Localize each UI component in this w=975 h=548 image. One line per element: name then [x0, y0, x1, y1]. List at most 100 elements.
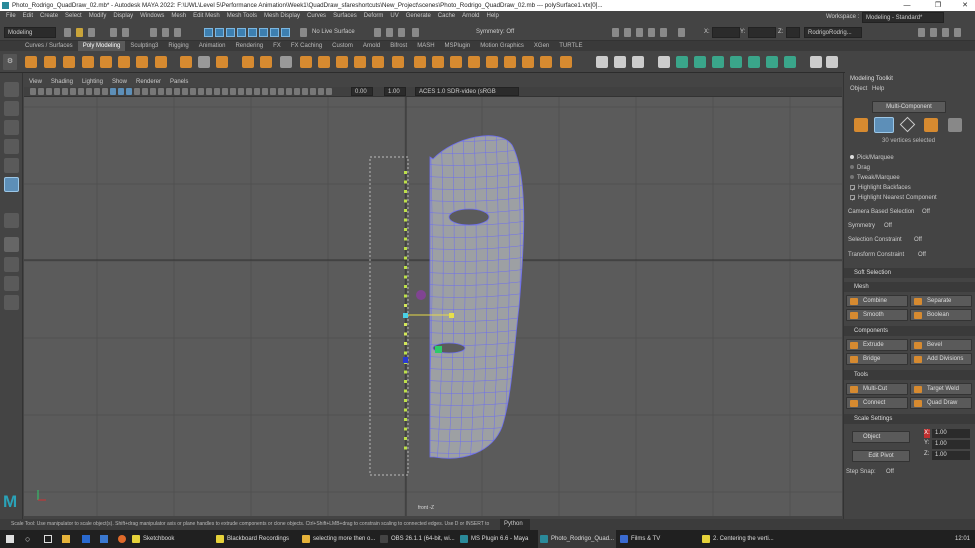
select-object-icon[interactable] — [162, 28, 169, 37]
panel-tool-2-icon[interactable] — [38, 88, 44, 95]
symmetry-status[interactable]: Symmetry: Off — [476, 27, 514, 38]
arnold-render-icon[interactable] — [678, 28, 685, 37]
highlight-backfaces-checkbox[interactable]: ✓ Highlight Backfaces — [850, 185, 911, 193]
shelf-tool-11-icon[interactable] — [216, 56, 228, 68]
move-tool-icon[interactable] — [4, 139, 19, 154]
panel-tool-14-icon[interactable] — [134, 88, 140, 95]
panel-tool-26-icon[interactable] — [230, 88, 236, 95]
panel-tool-11-icon[interactable] — [110, 88, 116, 95]
panel-tool-6-icon[interactable] — [70, 88, 76, 95]
shelf-tool-2-icon[interactable] — [44, 56, 56, 68]
prop-selection-constraint-value[interactable]: Off — [914, 237, 922, 243]
shelf-tab-xgen[interactable]: XGen — [529, 41, 554, 51]
shelf-tool-7-icon[interactable] — [136, 56, 148, 68]
shelf-tool-36-icon[interactable] — [712, 56, 724, 68]
taskbar-item-1[interactable]: Sketchbook — [130, 530, 212, 548]
shelf-tool-20-icon[interactable] — [392, 56, 404, 68]
maximize-icon[interactable]: ❐ — [928, 0, 948, 11]
shelf-tool-28-icon[interactable] — [540, 56, 552, 68]
shelf-tool-40-icon[interactable] — [784, 56, 796, 68]
mail-icon[interactable] — [100, 535, 108, 543]
snap-face-icon[interactable] — [226, 28, 235, 37]
shelf-tool-33-icon[interactable] — [658, 56, 670, 68]
mode-drag[interactable]: Drag — [850, 165, 870, 171]
panel-menu-view[interactable]: View — [29, 79, 42, 85]
shelf-tool-29-icon[interactable] — [560, 56, 572, 68]
panel-tool-34-icon[interactable] — [294, 88, 300, 95]
panel-tool-20-icon[interactable] — [182, 88, 188, 95]
panel-tool-1-icon[interactable] — [30, 88, 36, 95]
shelf-tab-curves-surfaces[interactable]: Curves / Surfaces — [20, 41, 78, 51]
search-icon[interactable]: ○ — [25, 530, 30, 548]
modeling-toolkit-icon[interactable] — [918, 28, 925, 37]
panel-tool-37-icon[interactable] — [318, 88, 324, 95]
shelf-tool-1-icon[interactable] — [25, 56, 37, 68]
paint-select-icon[interactable] — [4, 120, 19, 135]
workspace-dropdown[interactable]: Modeling - Standard* — [862, 12, 944, 23]
four-view-icon[interactable] — [4, 257, 19, 272]
prop-transform-constraint-label[interactable]: Transform Constraint — [848, 252, 904, 258]
y-field[interactable] — [748, 27, 776, 38]
menu-set-dropdown[interactable]: Modeling — [4, 27, 56, 38]
render-icon[interactable] — [612, 28, 619, 37]
panel-menu-panels[interactable]: Panels — [170, 79, 188, 85]
panel-tool-7-icon[interactable] — [78, 88, 84, 95]
extrude-button[interactable]: Extrude — [846, 339, 908, 351]
shelf-tool-5-icon[interactable] — [100, 56, 112, 68]
ipr-icon[interactable] — [624, 28, 631, 37]
vertex-mode-icon[interactable] — [874, 117, 894, 133]
scale-tool-icon[interactable] — [4, 177, 19, 192]
shelf-tool-8-icon[interactable] — [155, 56, 167, 68]
render-frame-icon[interactable] — [412, 28, 419, 37]
shelf-tool-31-icon[interactable] — [614, 56, 626, 68]
prop-selection-constraint-label[interactable]: Selection Constraint — [848, 237, 902, 243]
task-view-icon[interactable] — [44, 535, 52, 543]
menu-mesh-tools[interactable]: Mesh Tools — [227, 13, 257, 19]
snap-edge-icon[interactable] — [215, 28, 224, 37]
redo-icon[interactable] — [122, 28, 129, 37]
prop-camera-based-selection-label[interactable]: Camera Based Selection — [848, 209, 914, 215]
taskbar-item-8[interactable]: 2. Centering the verti... — [700, 530, 780, 548]
shelf-tab-poly-modeling[interactable]: Poly Modeling — [77, 41, 126, 51]
shelf-tab-bifrost[interactable]: Bifrost — [385, 41, 412, 51]
shelf-tool-10-icon[interactable] — [198, 56, 210, 68]
soft-selection-section[interactable]: Soft Selection — [844, 268, 975, 278]
panel-tool-23-icon[interactable] — [206, 88, 212, 95]
menu-edit-mesh[interactable]: Edit Mesh — [193, 13, 220, 19]
shelf-tool-26-icon[interactable] — [504, 56, 516, 68]
near-clip-field[interactable]: 0.00 — [351, 87, 373, 96]
menu-curves[interactable]: Curves — [307, 13, 326, 19]
edit-pivot-button[interactable]: Edit Pivot — [852, 450, 910, 462]
shelf-tab-custom[interactable]: Custom — [327, 41, 358, 51]
edge-mode-icon[interactable] — [899, 116, 916, 133]
pause-icon[interactable] — [660, 28, 667, 37]
panel-tool-33-icon[interactable] — [286, 88, 292, 95]
last-tool-icon[interactable] — [4, 213, 19, 228]
step-snap-value[interactable]: Off — [886, 469, 894, 475]
shelf-tool-13-icon[interactable] — [260, 56, 272, 68]
shelf-settings-icon[interactable]: ⚙ — [3, 54, 17, 70]
live-surface-label[interactable]: No Live Surface — [312, 27, 355, 38]
open-scene-icon[interactable] — [76, 28, 83, 37]
add-divisions-button[interactable]: Add Divisions — [910, 353, 972, 365]
shelf-tab-msplugin[interactable]: MSPlugin — [440, 41, 476, 51]
panel-tool-17-icon[interactable] — [158, 88, 164, 95]
menu-modify[interactable]: Modify — [89, 13, 107, 19]
shelf-tool-6-icon[interactable] — [118, 56, 130, 68]
target-weld-button[interactable]: Target Weld — [910, 383, 972, 395]
shelf-tab-rendering[interactable]: Rendering — [230, 41, 268, 51]
shelf-tool-27-icon[interactable] — [522, 56, 534, 68]
panel-tool-15-icon[interactable] — [142, 88, 148, 95]
shelf-tool-9-icon[interactable] — [180, 56, 192, 68]
hypershade-icon[interactable] — [648, 28, 655, 37]
panel-tool-12-icon[interactable] — [118, 88, 124, 95]
shelf-tool-4-icon[interactable] — [82, 56, 94, 68]
prop-symmetry-label[interactable]: Symmetry — [848, 223, 875, 229]
panel-tool-31-icon[interactable] — [270, 88, 276, 95]
panel-menu-lighting[interactable]: Lighting — [82, 79, 103, 85]
shelf-tool-22-icon[interactable] — [432, 56, 444, 68]
attribute-editor-icon[interactable] — [930, 28, 937, 37]
panel-tool-28-icon[interactable] — [246, 88, 252, 95]
scale-settings-section[interactable]: Scale Settings — [844, 414, 975, 424]
prop-symmetry-value[interactable]: Off — [884, 223, 892, 229]
